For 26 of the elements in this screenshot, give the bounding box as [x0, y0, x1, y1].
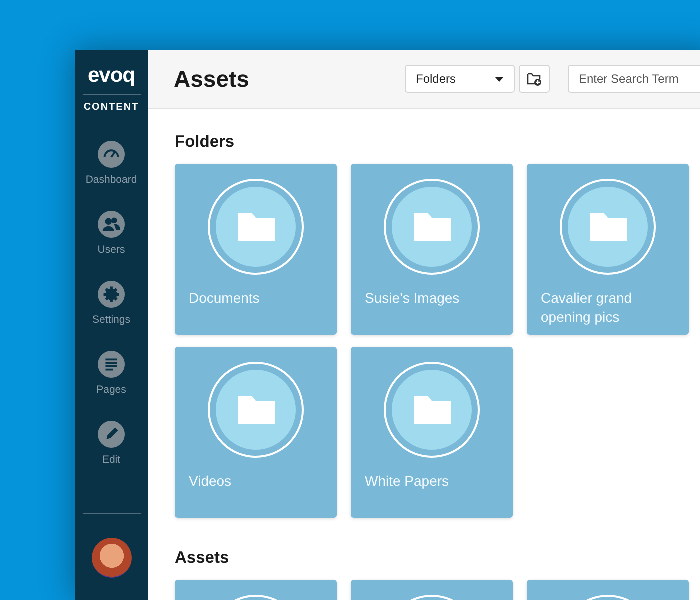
folder-icon: [414, 213, 450, 241]
nav-item[interactable]: Edit: [78, 421, 144, 477]
new-folder-button[interactable]: [519, 65, 550, 93]
folder-icon: [590, 213, 626, 241]
avatar[interactable]: [92, 538, 132, 578]
page-title: Assets: [174, 66, 250, 92]
view-dropdown[interactable]: Folders: [405, 65, 515, 93]
section-heading: Folders: [175, 133, 236, 152]
caret-icon: [495, 76, 504, 82]
section-heading: Assets: [175, 549, 230, 568]
edit-icon: [98, 421, 125, 448]
pages-icon: [98, 351, 125, 378]
folder-icon: [414, 396, 450, 424]
folder-icon: [238, 213, 274, 241]
nav-item[interactable]: Users: [78, 211, 144, 267]
nav-item[interactable]: Dashboard: [78, 141, 144, 197]
search-field[interactable]: Enter Search Term: [568, 65, 700, 93]
nav-item[interactable]: Settings: [78, 281, 144, 337]
folder-icon: [238, 396, 274, 424]
users-icon: [98, 211, 125, 238]
product-label: CONTENT: [84, 102, 140, 113]
settings-icon: [98, 281, 125, 308]
logo: evoq: [88, 64, 135, 88]
nav-item[interactable]: Pages: [78, 351, 144, 407]
dashboard-icon: [98, 141, 125, 168]
folder-plus-icon: [527, 72, 542, 86]
